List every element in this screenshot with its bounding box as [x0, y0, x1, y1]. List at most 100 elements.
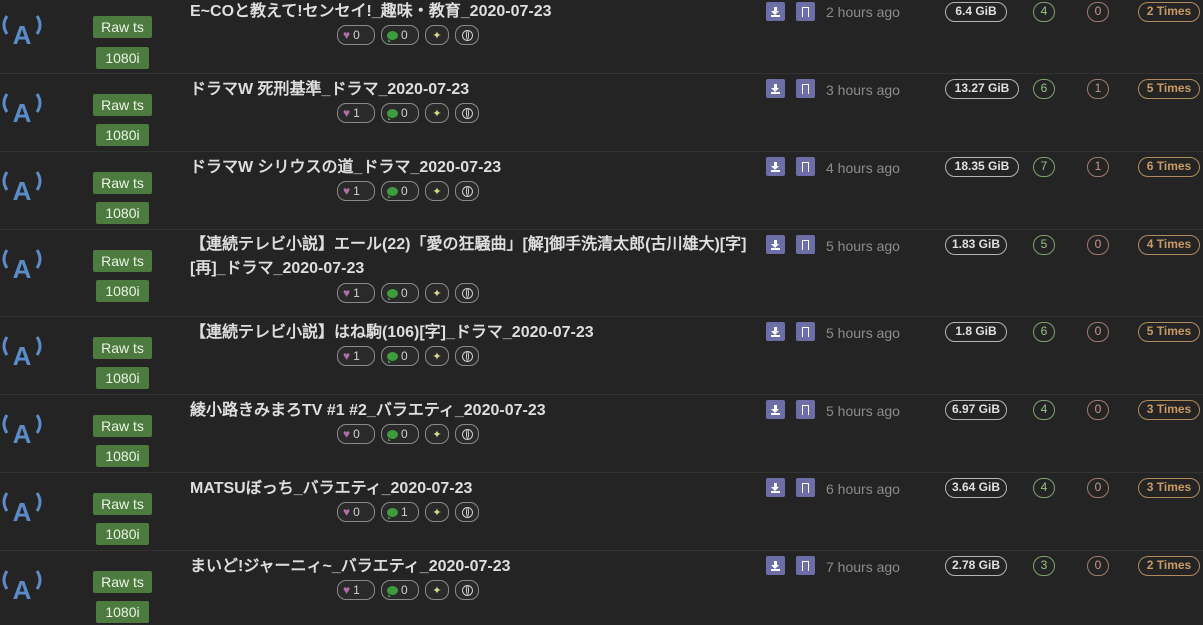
web-pill[interactable] [455, 283, 479, 303]
format-tag[interactable]: Raw ts [93, 172, 152, 194]
format-tag[interactable]: Raw ts [93, 415, 152, 437]
download-button[interactable] [766, 322, 785, 341]
comment-bubble-icon [387, 186, 398, 198]
resolution-tag[interactable]: 1080i [96, 601, 149, 623]
download-button[interactable] [766, 235, 785, 254]
bookmark-button[interactable] [796, 478, 815, 497]
magic-pill[interactable]: ✦ [425, 103, 449, 123]
broadcast-antenna-icon[interactable]: A [0, 563, 44, 603]
size-badge: 13.27 GiB [945, 79, 1019, 99]
torrent-title-link[interactable]: 【連続テレビ小説】エール(22)「愛の狂騒曲」[解]御手洗清太郎(古川雄大)[字… [190, 233, 760, 281]
magic-wand-icon: ✦ [432, 506, 442, 519]
comment-pill[interactable]: 0 [381, 580, 419, 600]
download-button[interactable] [766, 400, 785, 419]
like-pill[interactable]: ♥ 0 [337, 502, 375, 522]
resolution-tag[interactable]: 1080i [96, 47, 149, 69]
comment-pill[interactable]: 0 [381, 181, 419, 201]
heart-icon: ♥ [343, 184, 351, 198]
comment-count: 0 [401, 427, 408, 441]
bookmark-button[interactable] [796, 235, 815, 254]
format-tag[interactable]: Raw ts [93, 16, 152, 38]
bookmark-button[interactable] [796, 157, 815, 176]
format-tag[interactable]: Raw ts [93, 250, 152, 272]
broadcast-antenna-icon[interactable]: A [0, 407, 44, 447]
magic-pill[interactable]: ✦ [425, 580, 449, 600]
magic-pill[interactable]: ✦ [425, 424, 449, 444]
torrent-title-link[interactable]: 【連続テレビ小説】はね駒(106)[字]_ドラマ_2020-07-23 [190, 321, 760, 345]
torrent-title-link[interactable]: ドラマW 死刑基準_ドラマ_2020-07-23 [190, 78, 760, 102]
resolution-tag[interactable]: 1080i [96, 280, 149, 302]
format-tag[interactable]: Raw ts [93, 493, 152, 515]
web-pill[interactable] [455, 424, 479, 444]
completed-badge: 5 Times [1138, 79, 1200, 99]
web-pill[interactable] [455, 181, 479, 201]
bookmark-button[interactable] [796, 2, 815, 21]
download-button[interactable] [766, 478, 785, 497]
like-pill[interactable]: ♥ 1 [337, 103, 375, 123]
torrent-title-link[interactable]: MATSUぼっち_バラエティ_2020-07-23 [190, 477, 760, 501]
format-tag[interactable]: Raw ts [93, 337, 152, 359]
comment-bubble-icon [387, 429, 398, 441]
torrent-title-link[interactable]: まいど!ジャーニィ~_バラエティ_2020-07-23 [190, 555, 760, 579]
torrent-row: A Raw ts 1080i まいど!ジャーニィ~_バラエティ_2020-07-… [0, 551, 1203, 625]
magic-pill[interactable]: ✦ [425, 181, 449, 201]
format-tag[interactable]: Raw ts [93, 571, 152, 593]
seeders-badge: 4 [1033, 400, 1055, 420]
resolution-tag[interactable]: 1080i [96, 202, 149, 224]
resolution-tag[interactable]: 1080i [96, 124, 149, 146]
like-count: 0 [353, 28, 360, 42]
svg-text:A: A [13, 341, 32, 369]
bookmark-button[interactable] [796, 400, 815, 419]
like-pill[interactable]: ♥ 1 [337, 283, 375, 303]
comment-pill[interactable]: 1 [381, 502, 419, 522]
like-pill[interactable]: ♥ 0 [337, 25, 375, 45]
like-pill[interactable]: ♥ 1 [337, 181, 375, 201]
magic-pill[interactable]: ✦ [425, 502, 449, 522]
bookmark-button[interactable] [796, 322, 815, 341]
bookmark-button[interactable] [796, 79, 815, 98]
broadcast-antenna-icon[interactable]: A [0, 8, 44, 48]
size-badge: 1.8 GiB [945, 322, 1007, 342]
broadcast-antenna-icon[interactable]: A [0, 86, 44, 126]
upload-time: 5 hours ago [826, 238, 900, 254]
magic-pill[interactable]: ✦ [425, 346, 449, 366]
like-pill[interactable]: ♥ 1 [337, 580, 375, 600]
broadcast-antenna-icon[interactable]: A [0, 164, 44, 204]
comment-pill[interactable]: 0 [381, 346, 419, 366]
web-pill[interactable] [455, 103, 479, 123]
heart-icon: ♥ [343, 583, 351, 597]
download-button[interactable] [766, 2, 785, 21]
svg-text:A: A [13, 254, 32, 282]
broadcast-antenna-icon[interactable]: A [0, 329, 44, 369]
torrent-title-link[interactable]: ドラマW シリウスの道_ドラマ_2020-07-23 [190, 156, 760, 180]
magic-pill[interactable]: ✦ [425, 283, 449, 303]
web-pill[interactable] [455, 502, 479, 522]
download-icon [771, 6, 780, 17]
download-button[interactable] [766, 157, 785, 176]
download-button[interactable] [766, 556, 785, 575]
web-pill[interactable] [455, 346, 479, 366]
web-pill[interactable] [455, 25, 479, 45]
globe-icon [461, 506, 473, 518]
broadcast-antenna-icon[interactable]: A [0, 242, 44, 282]
comment-pill[interactable]: 0 [381, 283, 419, 303]
broadcast-antenna-icon[interactable]: A [0, 485, 44, 525]
web-pill[interactable] [455, 580, 479, 600]
resolution-tag[interactable]: 1080i [96, 523, 149, 545]
torrent-title-link[interactable]: 綾小路きみまろTV #1 #2_バラエティ_2020-07-23 [190, 399, 760, 423]
torrent-row: A Raw ts 1080i 【連続テレビ小説】はね駒(106)[字]_ドラマ_… [0, 317, 1203, 395]
comment-pill[interactable]: 0 [381, 424, 419, 444]
comment-pill[interactable]: 0 [381, 103, 419, 123]
magic-pill[interactable]: ✦ [425, 25, 449, 45]
format-tag[interactable]: Raw ts [93, 94, 152, 116]
like-pill[interactable]: ♥ 1 [337, 346, 375, 366]
resolution-tag[interactable]: 1080i [96, 367, 149, 389]
download-button[interactable] [766, 79, 785, 98]
torrent-title-link[interactable]: E~COと教えて!センセイ!_趣味・教育_2020-07-23 [190, 0, 760, 24]
comment-count: 0 [401, 28, 408, 42]
svg-text:A: A [13, 497, 32, 525]
resolution-tag[interactable]: 1080i [96, 445, 149, 467]
bookmark-button[interactable] [796, 556, 815, 575]
like-pill[interactable]: ♥ 0 [337, 424, 375, 444]
comment-pill[interactable]: 0 [381, 25, 419, 45]
